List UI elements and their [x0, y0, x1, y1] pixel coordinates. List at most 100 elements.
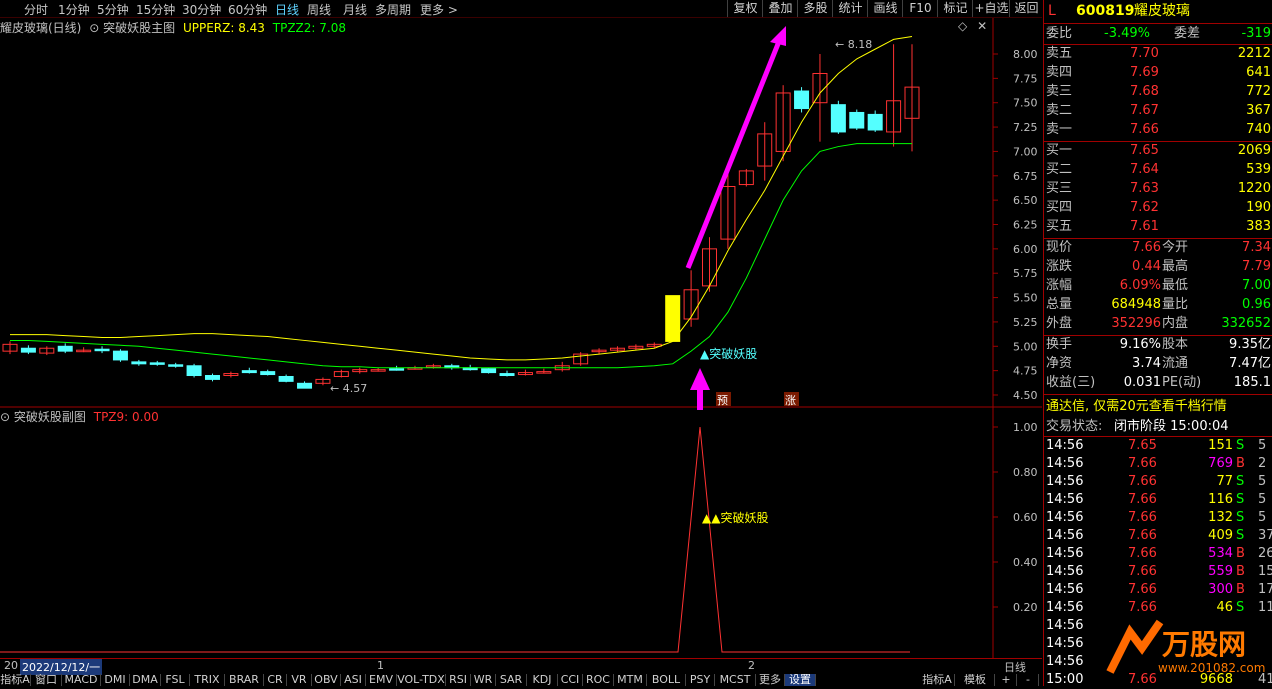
indicator-tab-10[interactable]: OBV: [312, 674, 341, 686]
timeframe-6[interactable]: 日线: [275, 1, 299, 18]
y-tick-label: 6.50: [1013, 194, 1038, 207]
bid-row[interactable]: 买三 7.63 1220: [1044, 180, 1272, 198]
stat-label: 涨跌: [1046, 259, 1073, 274]
stat-label: 换手: [1046, 337, 1073, 352]
tick-direction: B: [1236, 582, 1245, 597]
indicator-tab-1[interactable]: 窗口: [31, 674, 62, 686]
toolbar-button-3[interactable]: 统计: [832, 0, 868, 17]
sub-indicator-name[interactable]: 突破妖股副图: [14, 410, 86, 424]
stat-label: 内盘: [1162, 316, 1189, 331]
collapse-icon[interactable]: ⊙: [0, 410, 10, 424]
timeframe-2[interactable]: 5分钟: [97, 1, 129, 18]
collapse-icon[interactable]: ⊙: [89, 21, 99, 35]
stat-label: 总量: [1046, 297, 1073, 312]
low-marker-text: ← 4.57: [330, 382, 367, 395]
toolbar-button-7[interactable]: +自选: [972, 0, 1010, 17]
tick-count: 26: [1258, 546, 1272, 561]
timeframe-9[interactable]: 多周期: [375, 1, 411, 18]
indicator-tab-3[interactable]: DMI: [101, 674, 130, 686]
timeframe-5[interactable]: 60分钟: [228, 1, 267, 18]
timeframe-3[interactable]: 15分钟: [136, 1, 175, 18]
bid-price: 7.61: [1130, 219, 1159, 234]
indicator-tab-9[interactable]: VR: [287, 674, 312, 686]
indicator-tab-8[interactable]: CR: [264, 674, 287, 686]
ask-row[interactable]: 卖一 7.66 740: [1044, 121, 1272, 139]
indicator-tab-5[interactable]: FSL: [161, 674, 190, 686]
bid-row[interactable]: 买二 7.64 539: [1044, 161, 1272, 179]
indicator-tab-11[interactable]: ASI: [341, 674, 366, 686]
indicator-tab-15[interactable]: WR: [471, 674, 496, 686]
tick-direction: B: [1236, 546, 1245, 561]
toolbar-button-6[interactable]: 标记: [937, 0, 973, 17]
ask-row[interactable]: 卖五 7.70 2212: [1044, 45, 1272, 63]
indicator-tab-25[interactable]: 设置: [785, 674, 816, 686]
toolbar-button-0[interactable]: 复权: [727, 0, 763, 17]
right-tab-1[interactable]: 模板: [956, 674, 995, 686]
toolbar-button-4[interactable]: 画线: [867, 0, 903, 17]
tick-row: 14:56 7.66 409 S 37: [1044, 527, 1272, 545]
timeframe-0[interactable]: 分时: [24, 1, 48, 18]
tick-volume: 409: [1208, 528, 1233, 543]
indicator-tab-2[interactable]: MACD: [62, 674, 101, 686]
candle-body: [131, 361, 147, 365]
indicator-tab-7[interactable]: BRAR: [225, 674, 264, 686]
toolbar-button-2[interactable]: 多股: [797, 0, 833, 17]
ask-price: 7.66: [1130, 122, 1159, 137]
tpz9-value: TPZ9: 0.00: [93, 410, 159, 424]
indicator-tab-12[interactable]: EMV: [366, 674, 397, 686]
indicator-tab-23[interactable]: MCST: [715, 674, 756, 686]
right-tab-3[interactable]: -: [1018, 674, 1039, 686]
bid-row[interactable]: 买四 7.62 190: [1044, 199, 1272, 217]
axis-marker-2: 2: [748, 659, 755, 672]
indicator-tab-17[interactable]: KDJ: [527, 674, 558, 686]
toolbar-button-1[interactable]: 叠加: [762, 0, 798, 17]
indicator-tab-6[interactable]: TRIX: [190, 674, 225, 686]
close-icon[interactable]: ✕: [977, 19, 987, 33]
ask-row[interactable]: 卖三 7.68 772: [1044, 83, 1272, 101]
stat-value: 684948: [1111, 297, 1161, 312]
stat-value: 352296: [1111, 316, 1161, 331]
candle-body: [389, 368, 405, 371]
right-tab-2[interactable]: +: [996, 674, 1017, 686]
timeframe-4[interactable]: 30分钟: [182, 1, 221, 18]
timeframe-7[interactable]: 周线: [307, 1, 331, 18]
timeframe-8[interactable]: 月线: [343, 1, 367, 18]
indicator-tab-21[interactable]: BOLL: [647, 674, 686, 686]
toolbar-button-8[interactable]: 返回: [1009, 0, 1043, 17]
right-tab-0[interactable]: 指标A: [920, 674, 955, 686]
stat-row: 总量 684948 量比 0.96: [1044, 296, 1272, 314]
toolbar: 分时 1分钟 5分钟 15分钟 30分钟 60分钟 日线 周线 月线 多周期 更多 > 复权 叠加 多股…: [0, 0, 1042, 18]
y-tick-label: 5.50: [1013, 292, 1038, 305]
market-prefix: L: [1048, 3, 1056, 19]
indicator-tab-14[interactable]: RSI: [446, 674, 471, 686]
tick-price: 7.66: [1128, 564, 1157, 579]
ask-row[interactable]: 卖四 7.69 641: [1044, 64, 1272, 82]
indicator-tab-16[interactable]: SAR: [496, 674, 527, 686]
indicator-tab-18[interactable]: CCI: [558, 674, 583, 686]
timeframe-10[interactable]: 更多 >: [420, 1, 458, 18]
tick-time: 14:56: [1046, 510, 1084, 525]
bid-row[interactable]: 买一 7.65 2069: [1044, 142, 1272, 160]
date-label: 2022/12/12/一: [20, 659, 103, 675]
indicator-tab-22[interactable]: PSY: [686, 674, 715, 686]
timeframe-1[interactable]: 1分钟: [58, 1, 90, 18]
indicator-tab-13[interactable]: VOL-TDX: [397, 674, 446, 686]
stat-value: 9.16%: [1119, 337, 1161, 352]
indicator-tab-19[interactable]: ROC: [583, 674, 614, 686]
ask-row[interactable]: 卖二 7.67 367: [1044, 102, 1272, 120]
bid-row[interactable]: 买五 7.61 383: [1044, 218, 1272, 236]
indicator-tab-4[interactable]: DMA: [130, 674, 161, 686]
promo-banner[interactable]: 通达信, 仅需20元查看千档行情: [1044, 397, 1272, 416]
indicator-tab-20[interactable]: MTM: [614, 674, 647, 686]
main-indicator-name[interactable]: 突破妖股主图: [103, 21, 175, 35]
candle-body: [168, 364, 184, 367]
kline-chart[interactable]: 8.00 7.75 7.50 7.25 7.00 6.75 6.50 6.25 6.00 5.75…: [0, 18, 1042, 658]
y-tick-label: 7.25: [1013, 121, 1038, 134]
diamond-icon[interactable]: ◇: [958, 19, 967, 33]
ask-volume: 641: [1246, 65, 1271, 80]
tick-row: 14:56 7.66 559 B 15: [1044, 563, 1272, 581]
toolbar-button-5[interactable]: F10: [902, 0, 938, 17]
indicator-tab-0[interactable]: 指标A: [0, 674, 31, 686]
weibi-label: 委比: [1046, 26, 1073, 41]
indicator-tab-24[interactable]: 更多: [756, 674, 785, 686]
